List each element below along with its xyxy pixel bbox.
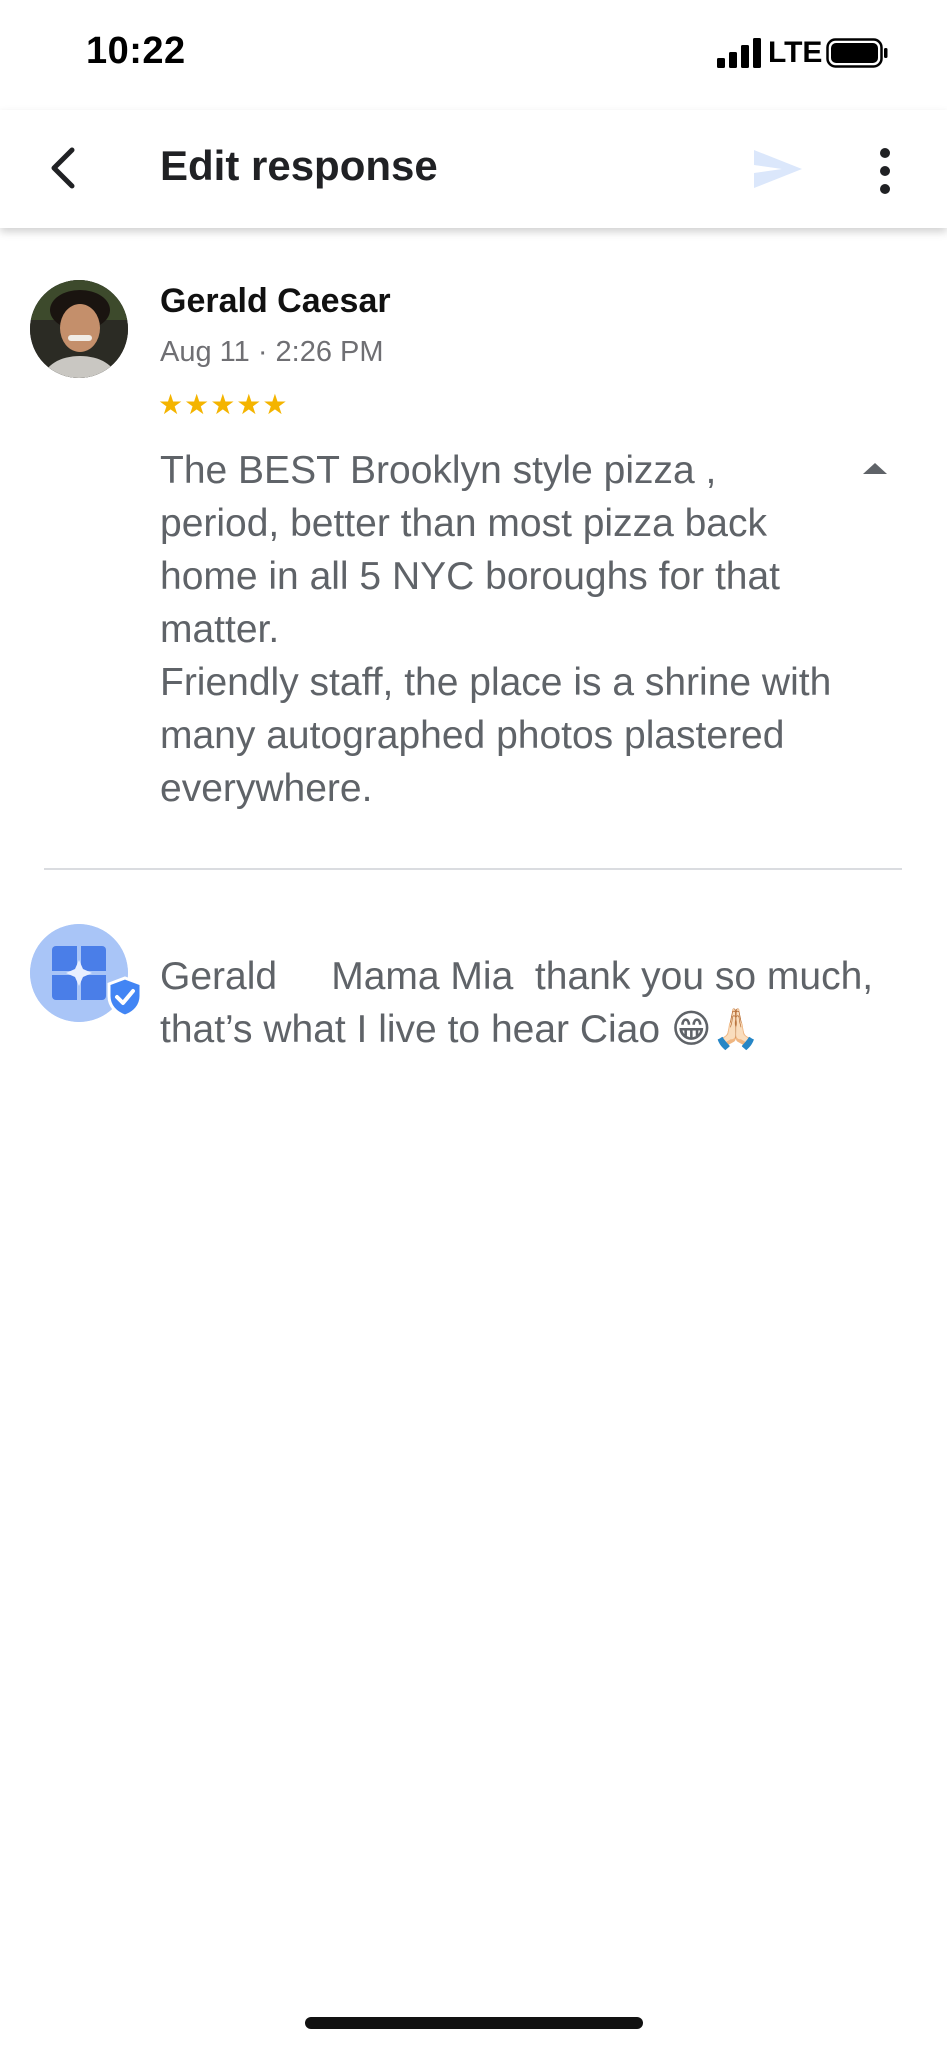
app-bar: Edit response — [0, 110, 947, 228]
review-text: The BEST Brooklyn style pizza , period, … — [160, 449, 832, 810]
status-time: 10:22 — [86, 30, 186, 72]
divider — [44, 868, 902, 870]
reviewer-avatar — [30, 280, 128, 378]
collapse-review-button[interactable] — [860, 460, 890, 478]
send-button[interactable] — [752, 144, 804, 194]
arrow-up-icon — [863, 463, 887, 474]
page-title: Edit response — [160, 142, 438, 189]
back-button[interactable] — [40, 138, 88, 198]
more-vert-icon — [880, 148, 890, 194]
star-rating: ★★★★★ — [158, 389, 289, 420]
battery-icon — [826, 38, 888, 68]
network-type: LTE — [768, 36, 823, 69]
verified-badge-icon — [107, 976, 143, 1018]
home-indicator — [305, 2017, 643, 2029]
reviewer-name[interactable]: Gerald Caesar — [160, 282, 391, 321]
more-options-button[interactable] — [868, 144, 902, 198]
chevron-left-icon — [51, 147, 75, 189]
business-icon — [52, 946, 106, 1000]
cellular-signal-icon — [717, 38, 761, 68]
review-date: Aug 11 · 2:26 PM — [160, 336, 384, 368]
status-bar: 10:22 LTE — [0, 0, 947, 110]
send-icon — [754, 150, 802, 188]
owner-response-text[interactable]: Gerald Mama Mia thank you so much, that’… — [160, 950, 880, 1056]
